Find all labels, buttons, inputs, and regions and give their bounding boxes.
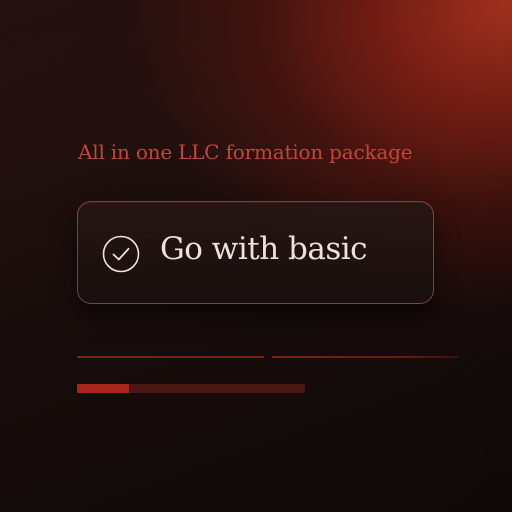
tagline: All in one LLC formation package xyxy=(78,140,413,164)
go-with-basic-button[interactable]: Go with basic xyxy=(77,201,434,304)
progress-bar-fill xyxy=(77,384,130,393)
divider-right xyxy=(272,356,458,358)
check-circle-icon xyxy=(102,235,140,273)
progress-bar xyxy=(77,384,305,393)
divider-left xyxy=(77,356,264,358)
go-with-basic-label: Go with basic xyxy=(160,231,368,267)
